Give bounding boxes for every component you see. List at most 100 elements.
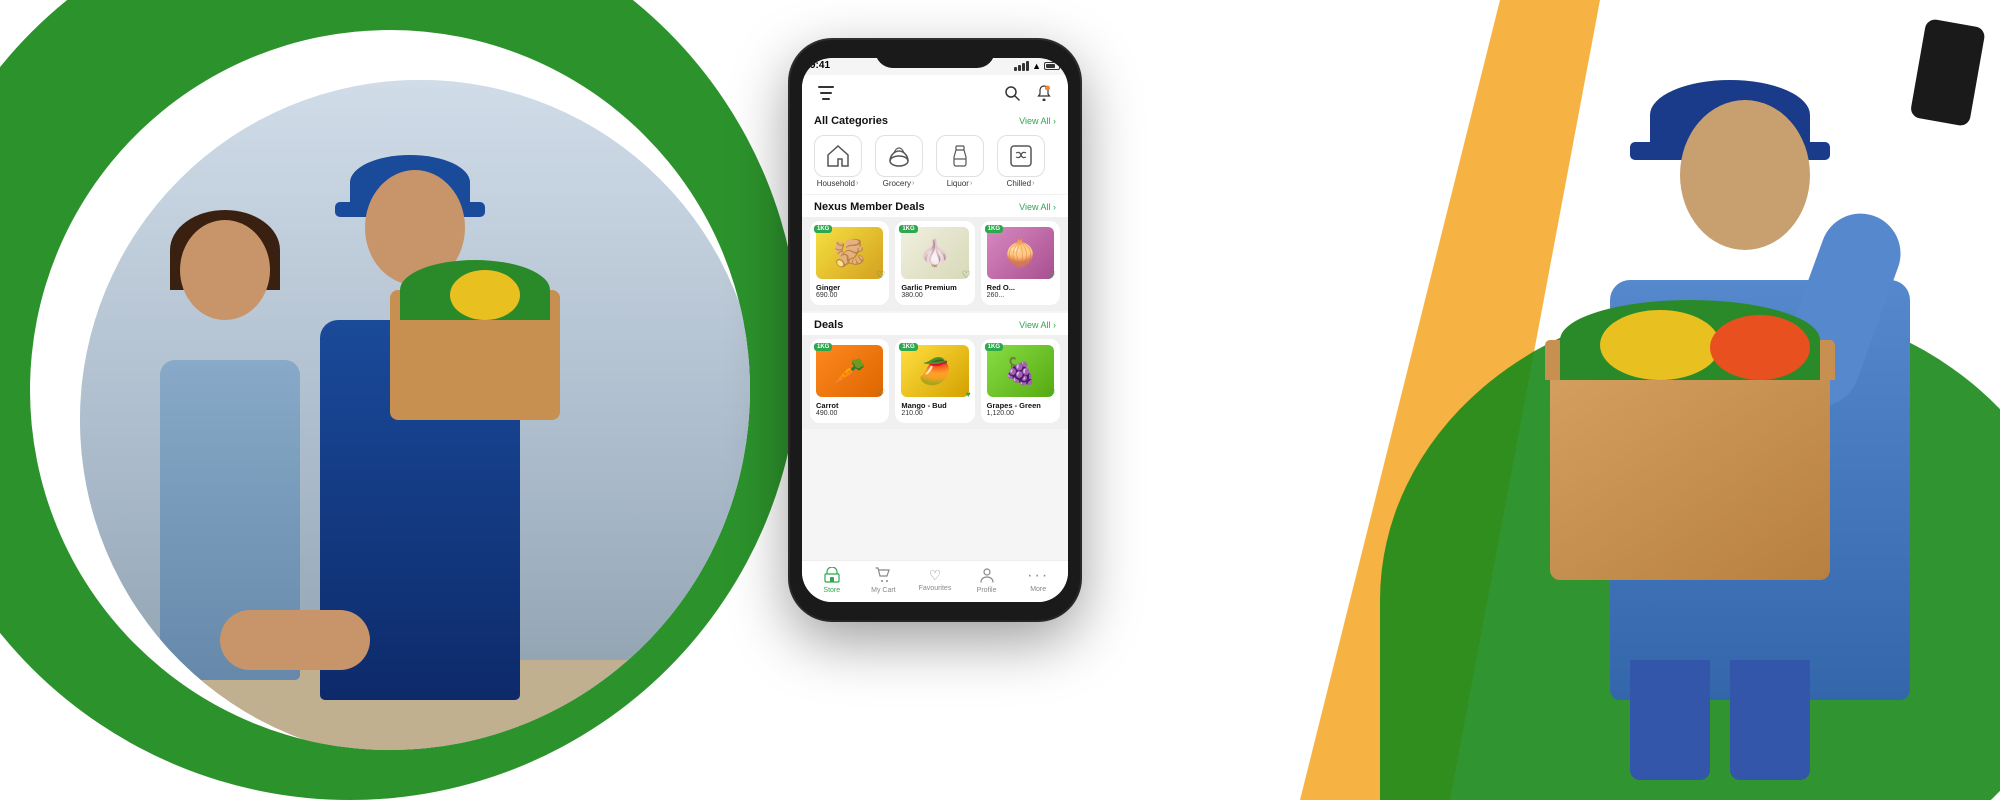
carrot-heart[interactable]: ♡ <box>876 388 885 399</box>
chilled-label: Chilled › <box>1007 179 1035 188</box>
deals-products-row: 1KG 🥕 ♡ Carrot 490.00 1KG 🥭 ♥ Mango - Bu… <box>802 335 1068 429</box>
onion-heart[interactable]: ♡ <box>1047 270 1056 281</box>
grocery-box <box>1550 360 1830 580</box>
product-ginger[interactable]: 1KG 🫚 ♡ Ginger 690.00 <box>810 221 889 305</box>
garlic-badge: 1KG <box>899 225 917 233</box>
status-time: 9:41 <box>810 60 830 71</box>
grapes-image: 🍇 <box>987 345 1054 397</box>
nav-more[interactable]: ··· More <box>1020 567 1056 594</box>
woman-head <box>180 220 270 320</box>
garlic-price: 380.00 <box>901 292 968 299</box>
phone-screen: 9:41 ▲ <box>802 58 1068 602</box>
battery-tip <box>1061 64 1063 68</box>
mango-heart[interactable]: ♥ <box>966 390 971 399</box>
wifi-icon: ▲ <box>1032 61 1041 71</box>
nav-store[interactable]: Store <box>814 567 850 594</box>
cart-icon <box>875 567 891 586</box>
product-grapes[interactable]: 1KG 🍇 ♡ Grapes - Green 1,120.00 <box>981 339 1060 423</box>
onion-name: Red O... <box>987 283 1054 292</box>
grocery-label: Grocery › <box>883 179 915 188</box>
signal-bar-2 <box>1018 65 1021 71</box>
nexus-deals-view-all[interactable]: View All › <box>1019 202 1056 212</box>
nav-profile[interactable]: Profile <box>969 567 1005 594</box>
produce-yellow <box>450 270 520 320</box>
nexus-products-row: 1KG 🫚 ♡ Ginger 690.00 1KG 🧄 ♡ Garlic Pre… <box>802 217 1068 311</box>
nexus-deals-title: Nexus Member Deals <box>814 201 925 213</box>
category-household[interactable]: Household › <box>810 135 865 188</box>
chilled-icon-box <box>997 135 1045 177</box>
deals-title: Deals <box>814 319 843 331</box>
ginger-heart[interactable]: ♡ <box>876 270 885 281</box>
household-label: Household › <box>817 179 859 188</box>
profile-label: Profile <box>977 587 997 594</box>
product-carrot[interactable]: 1KG 🥕 ♡ Carrot 490.00 <box>810 339 889 423</box>
grapes-badge: 1KG <box>985 343 1003 351</box>
phone-screen-inner: 9:41 ▲ <box>802 58 1068 602</box>
phone-notch <box>875 40 995 68</box>
garlic-heart[interactable]: ♡ <box>962 270 971 281</box>
liquor-chevron: › <box>970 180 972 187</box>
header-right-icons <box>1000 81 1056 105</box>
filter-button[interactable] <box>814 81 838 105</box>
phone-mockup: 9:41 ▲ <box>790 40 1080 620</box>
household-chevron: › <box>856 180 858 187</box>
nav-cart[interactable]: My Cart <box>865 567 901 594</box>
liquor-icon-box <box>936 135 984 177</box>
household-icon-box <box>814 135 862 177</box>
store-icon <box>824 567 840 586</box>
ginger-name: Ginger <box>816 283 883 292</box>
product-garlic[interactable]: 1KG 🧄 ♡ Garlic Premium 380.00 <box>895 221 974 305</box>
deals-header: Deals View All › <box>802 313 1068 335</box>
nexus-deals-header: Nexus Member Deals View All › <box>802 195 1068 217</box>
grapes-heart[interactable]: ♡ <box>1047 388 1056 399</box>
grapes-price: 1,120.00 <box>987 410 1054 417</box>
product-onion[interactable]: 1KG 🧅 ♡ Red O... 260... <box>981 221 1060 305</box>
grapes-name: Grapes - Green <box>987 401 1054 410</box>
delivery-scene-left <box>80 80 750 750</box>
grocery-chevron: › <box>912 180 914 187</box>
onion-price: 260... <box>987 292 1054 299</box>
mango-badge: 1KG <box>899 343 917 351</box>
signal-bar-4 <box>1026 61 1029 71</box>
app-header <box>802 75 1068 109</box>
nav-favourites[interactable]: ♡ Favourites <box>917 567 953 594</box>
profile-icon <box>979 567 995 586</box>
chilled-chevron: › <box>1032 180 1034 187</box>
all-categories-title: All Categories <box>814 115 888 127</box>
search-button[interactable] <box>1000 81 1024 105</box>
grocery-icon-box <box>875 135 923 177</box>
store-label: Store <box>823 587 840 594</box>
favourites-label: Favourites <box>919 585 952 592</box>
product-mango[interactable]: 1KG 🥭 ♥ Mango - Bud 210.00 <box>895 339 974 423</box>
category-chilled[interactable]: Chilled › <box>993 135 1048 188</box>
woman-figure <box>140 200 320 680</box>
signal-bar-1 <box>1014 67 1017 71</box>
deals-view-all[interactable]: View All › <box>1019 320 1056 330</box>
notification-button[interactable] <box>1032 81 1056 105</box>
bottom-navigation: Store My Cart <box>802 560 1068 602</box>
battery-icon <box>1044 62 1060 70</box>
onion-image: 🧅 <box>987 227 1054 279</box>
more-label: More <box>1030 586 1046 593</box>
cart-label: My Cart <box>871 587 896 594</box>
favourites-icon: ♡ <box>929 567 942 584</box>
left-photo-circle <box>30 30 750 750</box>
all-categories-view-all[interactable]: View All › <box>1019 116 1056 126</box>
battery-fill <box>1046 64 1055 68</box>
signal-bars <box>1014 61 1029 71</box>
mango-price: 210.00 <box>901 410 968 417</box>
garlic-name: Garlic Premium <box>901 283 968 292</box>
ginger-price: 690.00 <box>816 292 883 299</box>
more-icon: ··· <box>1027 567 1049 585</box>
category-grocery[interactable]: Grocery › <box>871 135 926 188</box>
mango-image: 🥭 <box>901 345 968 397</box>
signal-bar-3 <box>1022 63 1025 71</box>
man-right-leg-left <box>1630 660 1710 780</box>
man-right-phone <box>1909 18 1985 127</box>
category-liquor[interactable]: Liquor › <box>932 135 987 188</box>
man-right-head <box>1680 100 1810 250</box>
liquor-label: Liquor › <box>947 179 973 188</box>
carrot-badge: 1KG <box>814 343 832 351</box>
man-right-legs <box>1630 660 1810 780</box>
all-categories-header: All Categories View All › <box>802 109 1068 131</box>
